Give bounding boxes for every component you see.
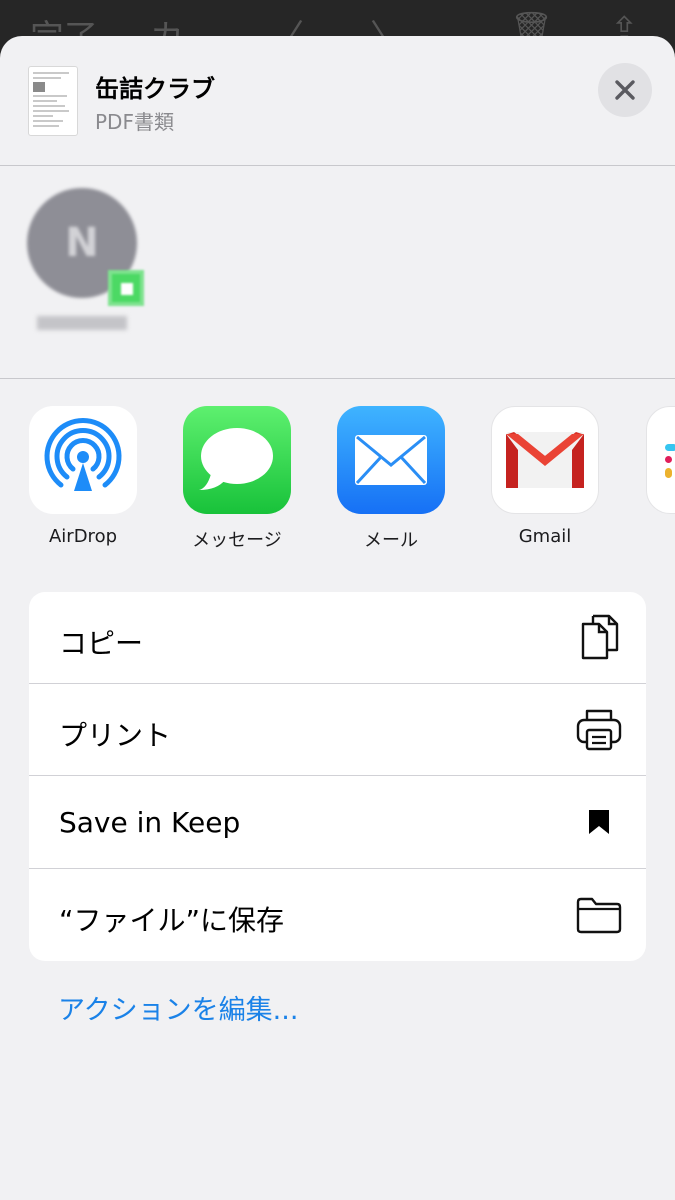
close-button[interactable]	[598, 63, 652, 117]
document-thumbnail	[28, 66, 78, 136]
app-gmail[interactable]: Gmail	[490, 406, 600, 547]
edit-actions-link[interactable]: アクションを編集...	[58, 988, 298, 1027]
document-title: 缶詰クラブ	[95, 75, 215, 103]
messages-badge-icon	[108, 270, 144, 306]
app-airdrop[interactable]: AirDrop	[28, 406, 138, 547]
action-save-to-files[interactable]: “ファイル”に保存	[29, 869, 646, 961]
messages-icon	[183, 406, 291, 514]
gmail-icon	[491, 406, 599, 514]
app-slack[interactable]	[645, 406, 675, 526]
share-sheet: 缶詰クラブ PDF書類 N AirDrop メッセージ メール Gmail コピ…	[0, 36, 675, 1200]
action-label: “ファイル”に保存	[59, 904, 285, 937]
action-label: プリント	[59, 719, 172, 752]
airdrop-icon	[29, 406, 137, 514]
action-copy[interactable]: コピー	[29, 592, 646, 684]
app-label: Gmail	[518, 526, 572, 547]
app-label: メール	[364, 530, 418, 551]
slack-icon	[646, 406, 675, 514]
action-print[interactable]: プリント	[29, 684, 646, 776]
contact-name-redacted	[37, 316, 127, 330]
app-label: メッセージ	[192, 530, 282, 551]
actions-list: コピー プリント Save in Keep “ファイル”に保存	[29, 592, 646, 961]
app-messages[interactable]: メッセージ	[182, 406, 292, 552]
bookmark-icon	[576, 798, 622, 846]
header-divider	[0, 165, 675, 166]
contacts-divider	[0, 378, 675, 379]
action-label: コピー	[59, 627, 144, 660]
printer-icon	[576, 706, 622, 754]
close-icon	[615, 80, 635, 100]
document-type: PDF書類	[95, 110, 174, 134]
action-save-in-keep[interactable]: Save in Keep	[29, 776, 646, 868]
app-mail[interactable]: メール	[336, 406, 446, 552]
action-label: Save in Keep	[59, 806, 241, 839]
share-sheet-header: 缶詰クラブ PDF書類	[0, 36, 675, 166]
folder-icon	[576, 891, 622, 939]
mail-icon	[337, 406, 445, 514]
app-label: AirDrop	[48, 526, 118, 547]
copy-icon	[576, 614, 622, 662]
